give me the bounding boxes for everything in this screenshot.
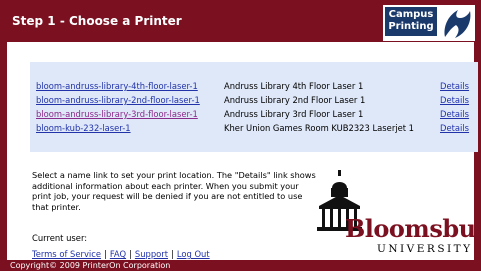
link-separator: | [104,249,107,259]
printer-name-link[interactable]: bloom-andruss-library-3rd-floor-laser-1 [36,107,198,121]
log-out-link[interactable]: Log Out [177,249,210,259]
copyright-text: Copyright© 2009 PrinterOn Corporation [10,261,171,270]
printer-row: bloom-andruss-library-3rd-floor-laser-1 … [30,107,478,121]
faq-link[interactable]: FAQ [110,249,126,259]
printer-details-link[interactable]: Details [440,93,469,107]
printer-name-link[interactable]: bloom-andruss-library-2nd-floor-laser-1 [36,93,200,107]
footer-bar: Copyright© 2009 PrinterOn Corporation [0,260,481,271]
page-title: Step 1 - Choose a Printer [12,14,182,28]
printer-row: bloom-andruss-library-2nd-floor-laser-1 … [30,93,478,107]
logo-text: Campus Printing [385,7,437,36]
current-user-label: Current user: [32,233,88,243]
printer-row: bloom-kub-232-laser-1 Kher Union Games R… [30,121,478,135]
printer-description: Kher Union Games Room KUB2323 Laserjet 1 [224,123,415,133]
footer-links: Terms of Service | FAQ | Support | Log Out [32,249,210,259]
printer-details-link[interactable]: Details [440,79,469,93]
printer-details-link[interactable]: Details [440,107,469,121]
bloomsburg-wordmark: Bloomsburg [345,214,481,243]
printer-name-link[interactable]: bloom-andruss-library-4th-floor-laser-1 [36,79,198,93]
printer-row: bloom-andruss-library-4th-floor-laser-1 … [30,79,478,93]
printer-description: Andruss Library 3rd Floor Laser 1 [224,109,364,119]
printer-description: Andruss Library 4th Floor Laser 1 [224,81,364,91]
support-link[interactable]: Support [135,249,168,259]
link-separator: | [171,249,174,259]
printer-name-link[interactable]: bloom-kub-232-laser-1 [36,121,131,135]
printer-list: bloom-andruss-library-4th-floor-laser-1 … [30,62,478,152]
bloomsburg-logo: Bloomsburg UNIVERSITY [315,170,481,260]
terms-of-service-link[interactable]: Terms of Service [32,249,101,259]
instructions-text: Select a name link to set your print loc… [32,170,316,212]
campus-printing-logo: Campus Printing [383,5,475,41]
printer-details-link[interactable]: Details [440,121,469,135]
university-label: UNIVERSITY [377,243,473,255]
eagle-icon [444,10,471,38]
header-bar: Step 1 - Choose a Printer Campus Printin… [0,0,481,42]
printer-description: Andruss Library 2nd Floor Laser 1 [224,95,366,105]
link-separator: | [129,249,132,259]
